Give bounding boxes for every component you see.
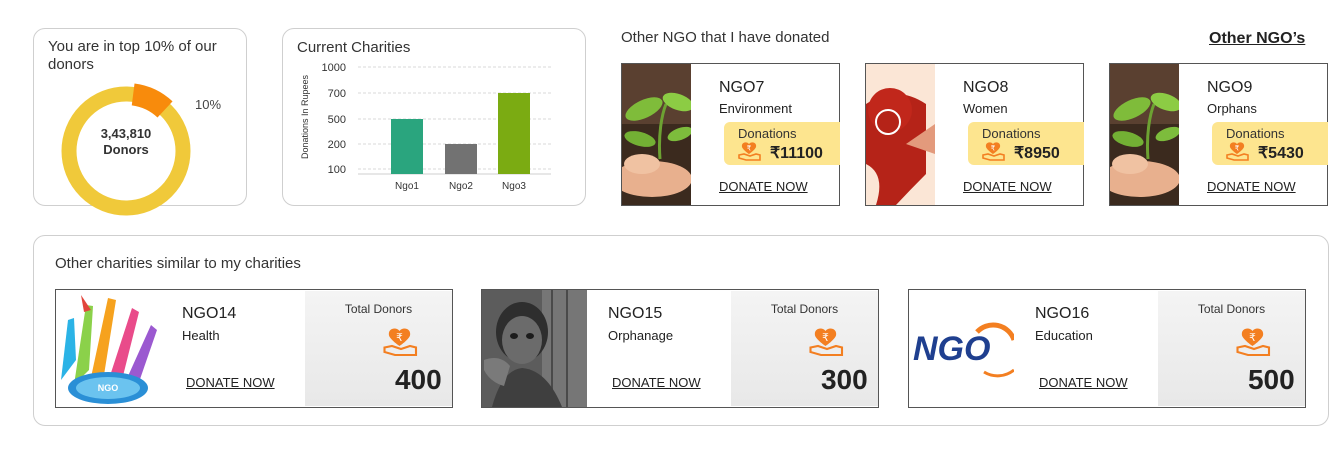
donate-now-button[interactable]: DONATE NOW: [1039, 375, 1128, 390]
donations-badge: Donations ₹ ₹8950: [968, 122, 1084, 165]
sapling-photo: [1110, 64, 1179, 205]
hands-logo: NGO: [56, 290, 161, 407]
donations-badge: Donations ₹ ₹5430: [1212, 122, 1328, 165]
donate-now-button[interactable]: DONATE NOW: [963, 179, 1052, 194]
total-donors-count: 300: [820, 364, 868, 395]
current-charities-chart: 100 200 500 700 1000 Ngo1 Ngo2 Ngo3 Donations …: [300, 62, 551, 192]
total-donors-count: 500: [1247, 364, 1295, 395]
donate-heart-hand-icon: ₹: [738, 142, 761, 161]
ngo-category: Education: [1035, 328, 1093, 343]
chart-y-tick-label: 500: [328, 114, 346, 126]
donor-percent-label: 10%: [195, 97, 222, 112]
chart-x-tick-label: Ngo1: [395, 181, 419, 192]
chart-bar-ngo1: [391, 119, 423, 174]
top-donors-title: You are in top 10% of our donors: [48, 38, 217, 73]
other-ngos-link[interactable]: Other NGO’s: [1209, 30, 1305, 48]
donate-now-button[interactable]: DONATE NOW: [612, 375, 701, 390]
donate-now-button[interactable]: DONATE NOW: [1207, 179, 1296, 194]
svg-text:₹: ₹: [747, 145, 752, 153]
donated-ngo-card[interactable]: NGO9 Orphans Donations ₹ ₹5430 DONATE NO…: [1109, 63, 1328, 206]
similar-ngo-card[interactable]: NGO NGO14 Health DONATE NOW Total Donors…: [55, 289, 453, 408]
ngo-name: NGO7: [719, 79, 765, 96]
donate-heart-hand-icon: ₹: [1236, 328, 1271, 357]
ngo-name: NGO14: [182, 305, 237, 322]
donations-label: Donations: [1226, 126, 1285, 141]
chart-bar-ngo2: [445, 144, 477, 174]
ngo-category: Orphanage: [608, 328, 674, 343]
svg-text:₹: ₹: [396, 332, 403, 344]
chart-y-tick-label: 100: [328, 164, 346, 176]
donor-ring-highlight: [131, 83, 173, 118]
donations-badge: Donations ₹ ₹11100: [724, 122, 840, 165]
total-donors-panel: Total Donors ₹ 300: [731, 291, 878, 406]
chart-x-tick-label: Ngo3: [502, 181, 526, 192]
svg-text:₹: ₹: [822, 332, 829, 344]
similar-ngo-card[interactable]: NGO15 Orphanage DONATE NOW Total Donors …: [481, 289, 879, 408]
donate-heart-hand-icon: ₹: [809, 328, 844, 357]
total-donors-count: 400: [394, 364, 442, 395]
total-donors-label: Total Donors: [1197, 302, 1266, 316]
ngo-category: Environment: [719, 101, 792, 116]
svg-text:₹: ₹: [1235, 145, 1240, 153]
ngo-category: Orphans: [1207, 101, 1257, 116]
chart-y-tick-label: 200: [328, 139, 346, 151]
donate-now-button[interactable]: DONATE NOW: [719, 179, 808, 194]
ngo-name: NGO15: [608, 305, 663, 322]
donor-count-block: 3,43,810 Donors: [76, 126, 176, 158]
similar-charities-card: Other charities similar to my charities …: [33, 235, 1329, 426]
chart-y-tick-label: 1000: [322, 62, 346, 74]
ngo-logo: NGO: [909, 290, 1014, 407]
ngo-name: NGO8: [963, 79, 1009, 96]
donate-heart-hand-icon: ₹: [1226, 142, 1249, 161]
donated-ngo-card[interactable]: NGO7 Environment Donations ₹ ₹11100 DONA…: [621, 63, 840, 206]
donor-count: 3,43,810: [100, 126, 152, 141]
chart-x-tick-label: Ngo2: [449, 181, 473, 192]
ngo-category: Health: [182, 328, 220, 343]
current-charities-card: Current Charities 100 200 500 700 1000 Ngo1 N…: [282, 28, 586, 206]
hands-logo-text: NGO: [98, 383, 119, 393]
chart-y-axis-label: Donations In Rupees: [300, 74, 310, 159]
donation-amount: ₹8950: [1014, 145, 1060, 162]
ngo-name: NGO9: [1207, 79, 1253, 96]
top-donors-card: You are in top 10% of our donors 3,43,81…: [33, 28, 247, 216]
donations-label: Donations: [982, 126, 1041, 141]
svg-text:₹: ₹: [991, 145, 996, 153]
sapling-photo: [622, 64, 691, 205]
donations-label: Donations: [738, 126, 797, 141]
child-photo: [482, 290, 587, 407]
similar-section-title: Other charities similar to my charities: [55, 255, 301, 272]
donor-count-label: Donors: [103, 142, 149, 157]
ngo-name: NGO16: [1035, 305, 1090, 322]
donation-amount: ₹11100: [770, 145, 823, 162]
women-logo: [866, 64, 935, 205]
donate-heart-hand-icon: ₹: [383, 328, 418, 357]
chart-y-tick-label: 700: [328, 88, 346, 100]
donation-amount: ₹5430: [1258, 145, 1304, 162]
donate-heart-hand-icon: ₹: [982, 142, 1005, 161]
chart-bar-ngo3: [498, 93, 530, 174]
total-donors-label: Total Donors: [770, 302, 839, 316]
ngo-logo-text: NGO: [913, 330, 990, 368]
donated-ngo-card[interactable]: NGO8 Women Donations ₹ ₹8950 DONATE NOW: [865, 63, 1084, 206]
donated-section-title: Other NGO that I have donated: [621, 29, 830, 46]
donate-now-button[interactable]: DONATE NOW: [186, 375, 275, 390]
total-donors-panel: Total Donors ₹ 500: [1158, 291, 1305, 406]
ngo-category: Women: [963, 101, 1008, 116]
total-donors-label: Total Donors: [344, 302, 413, 316]
similar-ngo-card[interactable]: NGO NGO16 Education DONATE NOW Total Don…: [908, 289, 1306, 408]
total-donors-panel: Total Donors ₹ 400: [305, 291, 452, 406]
svg-text:₹: ₹: [1249, 332, 1256, 344]
